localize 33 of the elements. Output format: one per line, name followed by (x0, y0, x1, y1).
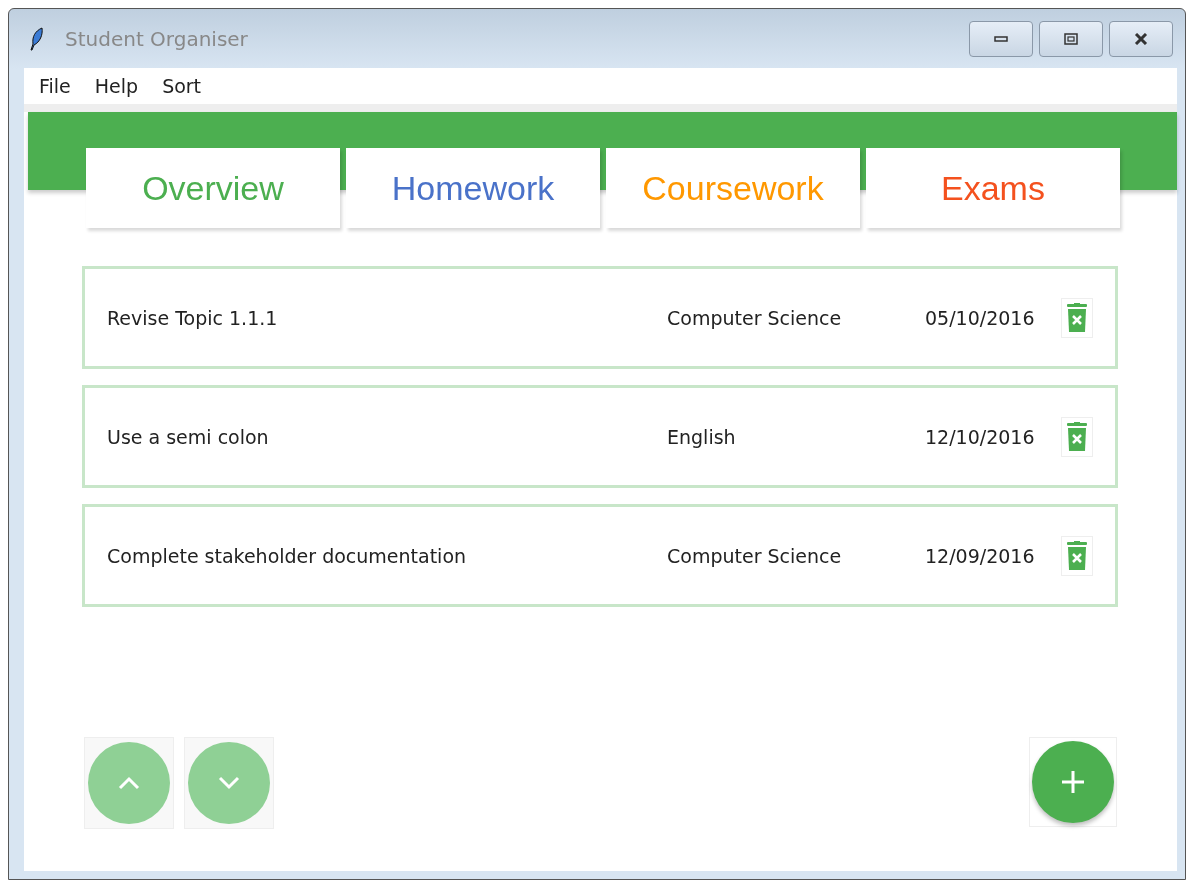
tab[interactable]: Exams (866, 148, 1120, 228)
task-subject: English (667, 425, 737, 448)
menu-item[interactable]: Sort (162, 75, 202, 97)
chevron-down-icon (217, 776, 241, 790)
tab[interactable]: Overview (86, 148, 340, 228)
maximize-icon (1064, 32, 1078, 45)
task-title: Use a semi colon (107, 425, 270, 448)
add-button[interactable] (1029, 737, 1117, 827)
maximize-button[interactable] (1039, 20, 1103, 57)
task-date: 12/10/2016 (925, 425, 1036, 448)
menu-item[interactable]: Help (94, 75, 139, 97)
window-title: Student Organiser (65, 26, 248, 51)
task-date: 05/10/2016 (925, 306, 1036, 329)
tab[interactable]: Homework (346, 148, 600, 228)
minimize-button[interactable] (969, 20, 1033, 57)
task-title: Complete stakeholder documentation (107, 544, 468, 567)
feather-icon (29, 26, 45, 51)
trash-icon (1066, 302, 1088, 333)
trash-icon (1066, 540, 1088, 571)
plus-icon (1060, 769, 1086, 795)
minimize-icon (994, 34, 1008, 43)
close-icon (1133, 32, 1149, 45)
trash-icon (1066, 421, 1088, 452)
chevron-up-icon (117, 776, 141, 790)
delete-button[interactable] (1061, 535, 1093, 576)
task-subject: Computer Science (667, 544, 843, 567)
delete-button[interactable] (1061, 297, 1093, 338)
task-subject: Computer Science (667, 306, 843, 329)
close-button[interactable] (1109, 20, 1173, 57)
task-title: Revise Topic 1.1.1 (107, 306, 279, 329)
task-date: 12/09/2016 (925, 544, 1036, 567)
menu-item[interactable]: File (39, 75, 71, 97)
delete-button[interactable] (1061, 416, 1093, 457)
